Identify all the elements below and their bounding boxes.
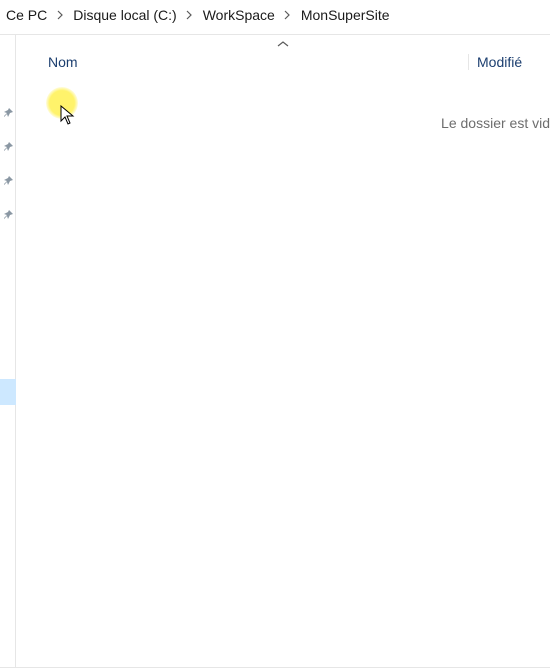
column-headers: Nom Modifié [16,47,550,77]
chevron-right-icon[interactable] [53,10,67,20]
chevron-up-icon[interactable] [16,41,550,47]
sidebar-quick-access [0,35,16,667]
chevron-right-icon[interactable] [183,10,197,20]
pin-icon [2,209,14,221]
pin-icon [2,141,14,153]
breadcrumb-item-workspace[interactable]: WorkSpace [197,7,281,23]
pin-icon [2,175,14,187]
explorer-body: Nom Modifié Le dossier est vid [0,34,550,668]
breadcrumb-item-ce-pc[interactable]: Ce PC [0,7,53,23]
empty-folder-message: Le dossier est vid [441,115,550,131]
breadcrumb-item-monsupersite[interactable]: MonSuperSite [295,7,396,23]
cursor-highlight [46,87,78,119]
column-header-modified[interactable]: Modifié [468,54,548,70]
breadcrumb-item-disque-local[interactable]: Disque local (C:) [67,7,182,23]
cursor-icon [60,105,76,127]
file-list-area[interactable]: Nom Modifié Le dossier est vid [16,35,550,667]
chevron-right-icon[interactable] [281,10,295,20]
column-header-name[interactable]: Nom [16,54,468,70]
sidebar-selected-item[interactable] [0,379,16,405]
breadcrumb[interactable]: Ce PC Disque local (C:) WorkSpace MonSup… [0,0,550,30]
pin-icon [2,107,14,119]
